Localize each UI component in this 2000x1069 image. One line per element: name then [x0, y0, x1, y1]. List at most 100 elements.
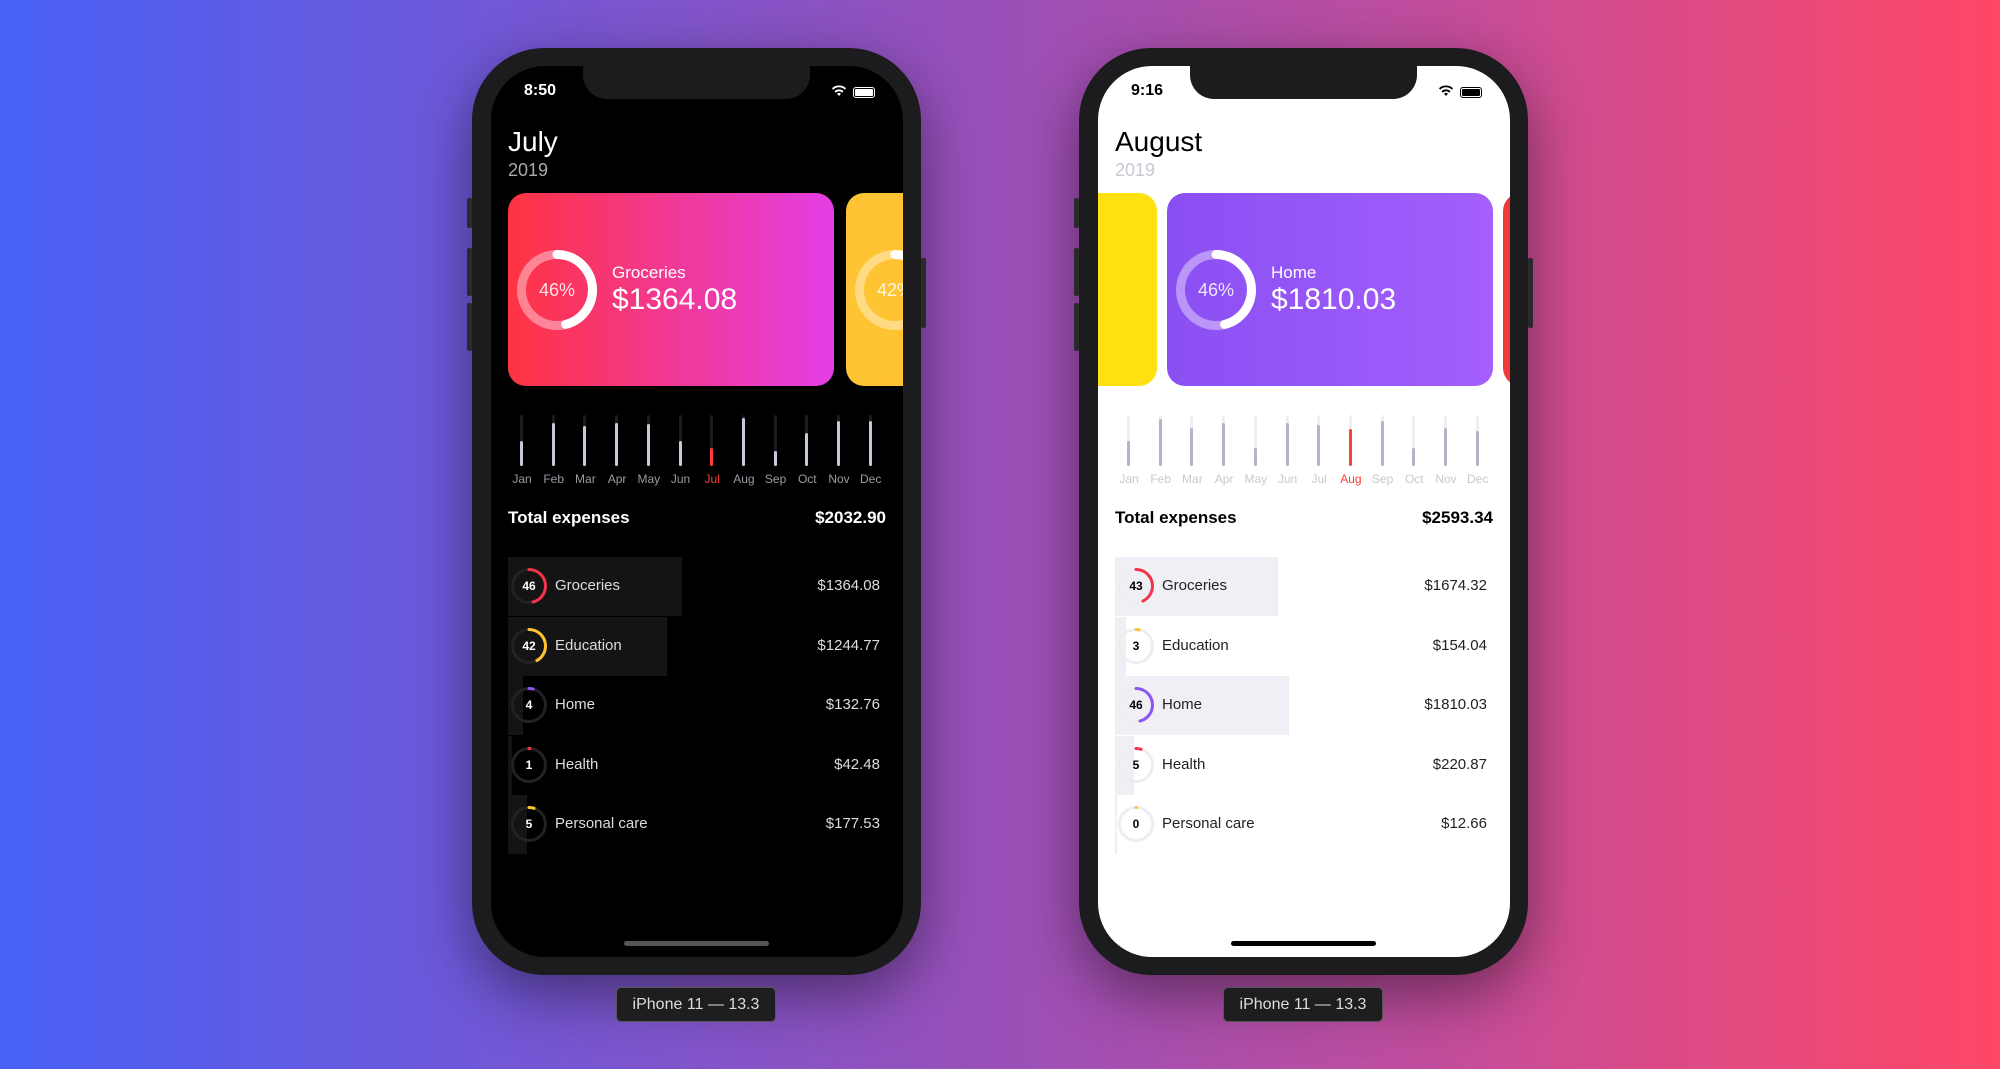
- category-name: Personal care: [1162, 815, 1255, 832]
- month-bar: [1348, 429, 1352, 466]
- category-row[interactable]: 46 Home $1810.03: [1115, 676, 1493, 735]
- side-button: [467, 303, 472, 351]
- battery-level: [1462, 88, 1480, 96]
- category-row[interactable]: 1 Health $42.48: [508, 735, 886, 795]
- category-row[interactable]: 5 Personal care $177.53: [508, 795, 886, 854]
- category-row[interactable]: 43 Groceries $1674.32: [1115, 557, 1493, 616]
- category-percent: 5: [1132, 757, 1140, 772]
- month-bar: [678, 440, 682, 466]
- category-card-next[interactable]: 42%: [846, 193, 903, 386]
- category-percent: 1: [525, 757, 533, 772]
- category-percent: 46: [1129, 698, 1143, 712]
- card-percent: 42%: [876, 280, 903, 300]
- month-bar: [805, 432, 809, 466]
- month-bar: [741, 417, 745, 466]
- month-title: August: [1115, 126, 1203, 157]
- month-bar: [1190, 427, 1194, 466]
- category-card-main[interactable]: 46% Home $1810.03: [1167, 193, 1493, 386]
- month-bar: [1158, 419, 1162, 466]
- month-title: July: [508, 126, 558, 157]
- month-bar: [551, 422, 555, 466]
- category-name: Health: [1162, 755, 1206, 773]
- category-percent: 4: [525, 698, 533, 712]
- side-button: [921, 258, 926, 328]
- card-amount: $1810.03: [1271, 283, 1397, 316]
- category-card-main[interactable]: 46% Groceries $1364.08: [508, 193, 834, 386]
- category-share-bar: [1115, 795, 1117, 854]
- month-column-dec[interactable]: Dec: [1462, 415, 1494, 495]
- category-amount: $1364.08: [817, 577, 880, 594]
- status-time: 9:16: [1131, 82, 1164, 99]
- device-label: iPhone 11 — 13.3: [1223, 987, 1383, 1022]
- status-icons: [831, 84, 875, 100]
- category-name: Education: [555, 636, 622, 654]
- side-button: [1074, 198, 1079, 228]
- category-name: Groceries: [1162, 577, 1228, 594]
- category-card-next[interactable]: [1503, 193, 1510, 386]
- category-name: Personal care: [555, 815, 648, 832]
- category-row[interactable]: 5 Health $220.87: [1115, 735, 1493, 795]
- category-amount: $177.53: [825, 815, 880, 832]
- category-percent: 0: [1132, 817, 1140, 831]
- total-amount: $2032.90: [815, 508, 886, 527]
- category-name: Home: [1162, 696, 1203, 713]
- month-label: Dec: [1467, 472, 1489, 486]
- month-bar: [1380, 421, 1384, 466]
- iphone-light-august: 9:16 August 2019 46% Home $1810.03 Jan Feb Mar Ap…: [1074, 48, 1533, 975]
- battery-level: [855, 88, 873, 96]
- card-percent: 46%: [1197, 280, 1235, 300]
- month-bar: [1412, 448, 1416, 466]
- card-amount: $1364.08: [612, 283, 738, 316]
- card-percent: 46%: [538, 280, 576, 300]
- total-label: Total expenses: [508, 508, 630, 527]
- device-label: iPhone 11 — 13.3: [616, 987, 776, 1022]
- year-label: 2019: [508, 160, 549, 180]
- year-label: 2019: [1115, 160, 1156, 180]
- category-name: Home: [555, 696, 596, 713]
- category-percent: 5: [525, 817, 533, 831]
- screen: 9:16 August 2019 46% Home $1810.03 Jan Feb Mar Ap…: [1098, 66, 1510, 957]
- category-amount: $1674.32: [1424, 577, 1487, 594]
- month-chart: Jan Feb Mar Apr May Jun Jul Aug Sep Oct Nov Dec: [491, 415, 903, 495]
- battery-icon: [1460, 86, 1482, 98]
- home-indicator[interactable]: [1231, 941, 1376, 946]
- status-icons: [1438, 84, 1482, 100]
- category-amount: $42.48: [834, 755, 880, 773]
- month-bar: [1253, 448, 1257, 466]
- status-time: 8:50: [524, 82, 557, 99]
- month-bar: [1444, 427, 1447, 466]
- card-category-name: Groceries: [612, 263, 686, 282]
- notch: [1190, 66, 1417, 99]
- home-indicator[interactable]: [624, 941, 769, 946]
- category-name: Education: [1162, 636, 1229, 654]
- category-row[interactable]: 0 Personal care $12.66: [1115, 795, 1493, 854]
- category-row[interactable]: 42 Education $1244.77: [508, 616, 886, 676]
- month-bar: [615, 422, 619, 466]
- month-bar: [773, 450, 777, 466]
- month-bar: [710, 448, 714, 466]
- total-label: Total expenses: [1115, 508, 1237, 527]
- side-button: [467, 198, 472, 228]
- category-row[interactable]: 4 Home $132.76: [508, 676, 886, 735]
- wifi-icon: [1438, 84, 1454, 100]
- category-amount: $220.87: [1432, 755, 1487, 773]
- category-row[interactable]: 3 Education $154.04: [1115, 616, 1493, 676]
- month-label: Dec: [860, 472, 882, 486]
- month-bar: [1317, 425, 1321, 466]
- notch: [583, 66, 810, 99]
- battery-icon: [853, 86, 875, 98]
- category-percent: 42: [522, 638, 536, 653]
- category-name: Groceries: [555, 577, 621, 594]
- total-expenses-row: Total expenses $2593.34: [1115, 508, 1493, 528]
- month-bar: [1285, 422, 1289, 466]
- month-bar: [1475, 431, 1479, 466]
- month-chart: Jan Feb Mar Apr May Jun Jul Aug Sep Oct Nov Dec: [1098, 415, 1510, 495]
- month-bar: [1127, 440, 1130, 466]
- side-button: [1074, 248, 1079, 296]
- total-expenses-row: Total expenses $2032.90: [508, 508, 886, 528]
- month-bar: [868, 421, 872, 466]
- category-row[interactable]: 46 Groceries $1364.08: [508, 557, 886, 616]
- month-column-dec[interactable]: Dec: [855, 415, 887, 495]
- category-card-prev[interactable]: [1098, 193, 1157, 386]
- category-amount: $154.04: [1432, 636, 1487, 654]
